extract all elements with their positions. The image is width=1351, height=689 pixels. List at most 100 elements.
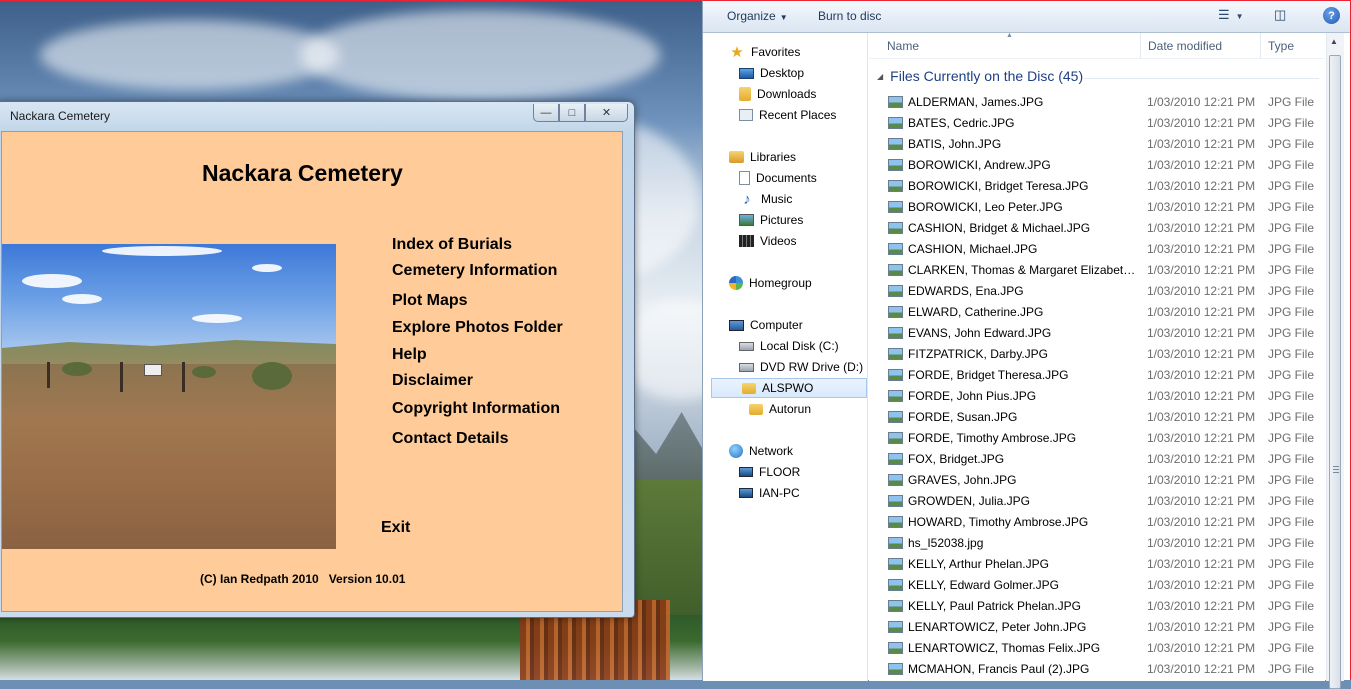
file-type: JPG File — [1268, 284, 1315, 298]
view-options-button[interactable]: ☰ ▼ — [1218, 7, 1244, 23]
file-type: JPG File — [1268, 431, 1315, 445]
collapse-icon: ◢ — [877, 71, 884, 81]
file-name: BOROWICKI, Leo Peter.JPG — [908, 200, 1063, 214]
photo-ground — [2, 364, 336, 549]
network-icon — [729, 444, 743, 458]
dvd-drive-icon — [739, 362, 754, 372]
file-date: 1/03/2010 12:21 PM — [1147, 284, 1256, 298]
file-row[interactable]: FORDE, John Pius.JPG 1/03/2010 12:21 PM JP… — [869, 386, 1325, 407]
file-row[interactable]: FOX, Bridget.JPG 1/03/2010 12:21 PM JPG Fi… — [869, 449, 1325, 470]
file-row[interactable]: BOROWICKI, Leo Peter.JPG 1/03/2010 12:21 … — [869, 197, 1325, 218]
organize-button[interactable]: Organize ▼ — [727, 9, 788, 23]
file-row[interactable]: KELLY, Paul Patrick Phelan.JPG 1/03/2010 … — [869, 596, 1325, 617]
file-row[interactable]: BATES, Cedric.JPG 1/03/2010 12:21 PM JPG F… — [869, 113, 1325, 134]
file-type: JPG File — [1268, 347, 1315, 361]
menu-cemetery-information[interactable]: Cemetery Information — [392, 262, 557, 280]
file-row[interactable]: FORDE, Susan.JPG 1/03/2010 12:21 PM JPG Fi… — [869, 407, 1325, 428]
file-row[interactable]: GROWDEN, Julia.JPG 1/03/2010 12:21 PM JPG … — [869, 491, 1325, 512]
nav-local-disk[interactable]: Local Disk (C:) — [739, 336, 839, 356]
nav-music[interactable]: ♪ Music — [739, 189, 792, 209]
column-date-modified[interactable]: Date modified — [1148, 39, 1222, 53]
photo-cloud — [62, 294, 102, 304]
file-row[interactable]: BOROWICKI, Andrew.JPG 1/03/2010 12:21 PM J… — [869, 155, 1325, 176]
exit-button[interactable]: Exit — [381, 519, 410, 537]
group-header[interactable]: ◢ Files Currently on the Disc (45) — [877, 68, 1083, 84]
nav-libraries[interactable]: Libraries — [729, 147, 796, 167]
file-type: JPG File — [1268, 494, 1315, 508]
file-row[interactable]: GRAVES, John.JPG 1/03/2010 12:21 PM JPG Fi… — [869, 470, 1325, 491]
nav-dvd-drive[interactable]: DVD RW Drive (D:) M — [739, 357, 867, 377]
file-row[interactable]: CLARKEN, Thomas & Margaret Elizabeth....… — [869, 260, 1325, 281]
vertical-scrollbar[interactable]: ▲ — [1326, 33, 1344, 689]
window-title: Nackara Cemetery — [10, 109, 111, 123]
file-row[interactable]: BATIS, John.JPG 1/03/2010 12:21 PM JPG Fil… — [869, 134, 1325, 155]
minimize-button[interactable]: — — [533, 104, 559, 122]
nav-alspwo[interactable]: ALSPWO — [711, 378, 867, 398]
close-button[interactable]: ✕ — [585, 104, 628, 122]
menu-help[interactable]: Help — [392, 346, 427, 364]
nav-ian-pc[interactable]: IAN-PC — [739, 483, 800, 503]
nav-videos[interactable]: Videos — [739, 231, 796, 251]
menu-copyright-information[interactable]: Copyright Information — [392, 400, 560, 418]
nav-downloads[interactable]: Downloads — [739, 84, 816, 104]
network-computer-icon — [739, 467, 753, 477]
menu-plot-maps[interactable]: Plot Maps — [392, 292, 468, 310]
app-footer: (C) Ian Redpath 2010 Version 10.01 — [200, 572, 406, 586]
photo-cloud — [102, 246, 222, 256]
column-separator[interactable] — [1140, 33, 1141, 58]
hard-disk-icon — [739, 341, 754, 351]
nav-recent-places[interactable]: Recent Places — [739, 105, 836, 125]
view-list-icon: ☰ — [1218, 7, 1230, 22]
file-row[interactable]: MCMAHON, Francis Paul (2).JPG 1/03/2010 1… — [869, 659, 1325, 680]
menu-index-of-burials[interactable]: Index of Burials — [392, 236, 512, 254]
jpg-file-icon — [888, 159, 903, 171]
burn-to-disc-button[interactable]: Burn to disc — [818, 9, 881, 23]
file-row[interactable]: FORDE, Timothy Ambrose.JPG 1/03/2010 12:2… — [869, 428, 1325, 449]
file-row[interactable]: ELWARD, Catherine.JPG 1/03/2010 12:21 PM J… — [869, 302, 1325, 323]
column-name[interactable]: Name — [887, 39, 919, 53]
jpg-file-icon — [888, 243, 903, 255]
file-row[interactable]: CASHION, Bridget & Michael.JPG 1/03/2010 … — [869, 218, 1325, 239]
file-row[interactable]: EDWARDS, Ena.JPG 1/03/2010 12:21 PM JPG Fi… — [869, 281, 1325, 302]
file-row[interactable]: BOROWICKI, Bridget Teresa.JPG 1/03/2010 1… — [869, 176, 1325, 197]
menu-disclaimer[interactable]: Disclaimer — [392, 372, 473, 390]
help-button[interactable]: ? — [1323, 7, 1340, 24]
file-row[interactable]: KELLY, Arthur Phelan.JPG 1/03/2010 12:21 … — [869, 554, 1325, 575]
file-row[interactable]: CASHION, Michael.JPG 1/03/2010 12:21 PM JP… — [869, 239, 1325, 260]
column-separator[interactable] — [1260, 33, 1261, 58]
photo-sky — [2, 244, 336, 352]
file-type: JPG File — [1268, 200, 1315, 214]
menu-contact-details[interactable]: Contact Details — [392, 430, 508, 448]
file-date: 1/03/2010 12:21 PM — [1147, 305, 1256, 319]
nav-desktop[interactable]: Desktop — [739, 63, 804, 83]
jpg-file-icon — [888, 306, 903, 318]
file-row[interactable]: FITZPATRICK, Darby.JPG 1/03/2010 12:21 PM… — [869, 344, 1325, 365]
nav-network[interactable]: Network — [729, 441, 793, 461]
libraries-icon — [729, 151, 744, 163]
preview-pane-button[interactable]: ◫ — [1274, 7, 1286, 23]
file-row[interactable]: hs_I52038.jpg 1/03/2010 12:21 PM JPG File — [869, 533, 1325, 554]
file-row[interactable]: KELLY, Edward Golmer.JPG 1/03/2010 12:21 … — [869, 575, 1325, 596]
scroll-up-icon[interactable]: ▲ — [1330, 37, 1338, 46]
file-row[interactable]: LENARTOWICZ, Thomas Felix.JPG 1/03/2010 1… — [869, 638, 1325, 659]
nav-pictures[interactable]: Pictures — [739, 210, 803, 230]
maximize-button[interactable]: □ — [559, 104, 585, 122]
column-type[interactable]: Type — [1268, 39, 1294, 53]
file-row[interactable]: ALDERMAN, James.JPG 1/03/2010 12:21 PM JPG… — [869, 92, 1325, 113]
nav-floor[interactable]: FLOOR — [739, 462, 800, 482]
file-row[interactable]: LENARTOWICZ, Peter John.JPG 1/03/2010 12:… — [869, 617, 1325, 638]
nav-computer[interactable]: Computer — [729, 315, 803, 335]
scrollbar-thumb[interactable] — [1329, 55, 1341, 689]
file-row[interactable]: HOWARD, Timothy Ambrose.JPG 1/03/2010 12:… — [869, 512, 1325, 533]
file-date: 1/03/2010 12:21 PM — [1147, 494, 1256, 508]
file-type: JPG File — [1268, 452, 1315, 466]
nav-documents[interactable]: Documents — [739, 168, 817, 188]
menu-explore-photos-folder[interactable]: Explore Photos Folder — [392, 319, 563, 337]
nav-favorites[interactable]: ★ Favorites — [729, 42, 800, 62]
file-row[interactable]: FORDE, Bridget Theresa.JPG 1/03/2010 12:2… — [869, 365, 1325, 386]
nav-autorun[interactable]: Autorun — [749, 399, 811, 419]
file-row[interactable]: EVANS, John Edward.JPG 1/03/2010 12:21 PM… — [869, 323, 1325, 344]
documents-icon — [739, 171, 750, 185]
jpg-file-icon — [888, 537, 903, 549]
nav-homegroup[interactable]: Homegroup — [729, 273, 812, 293]
